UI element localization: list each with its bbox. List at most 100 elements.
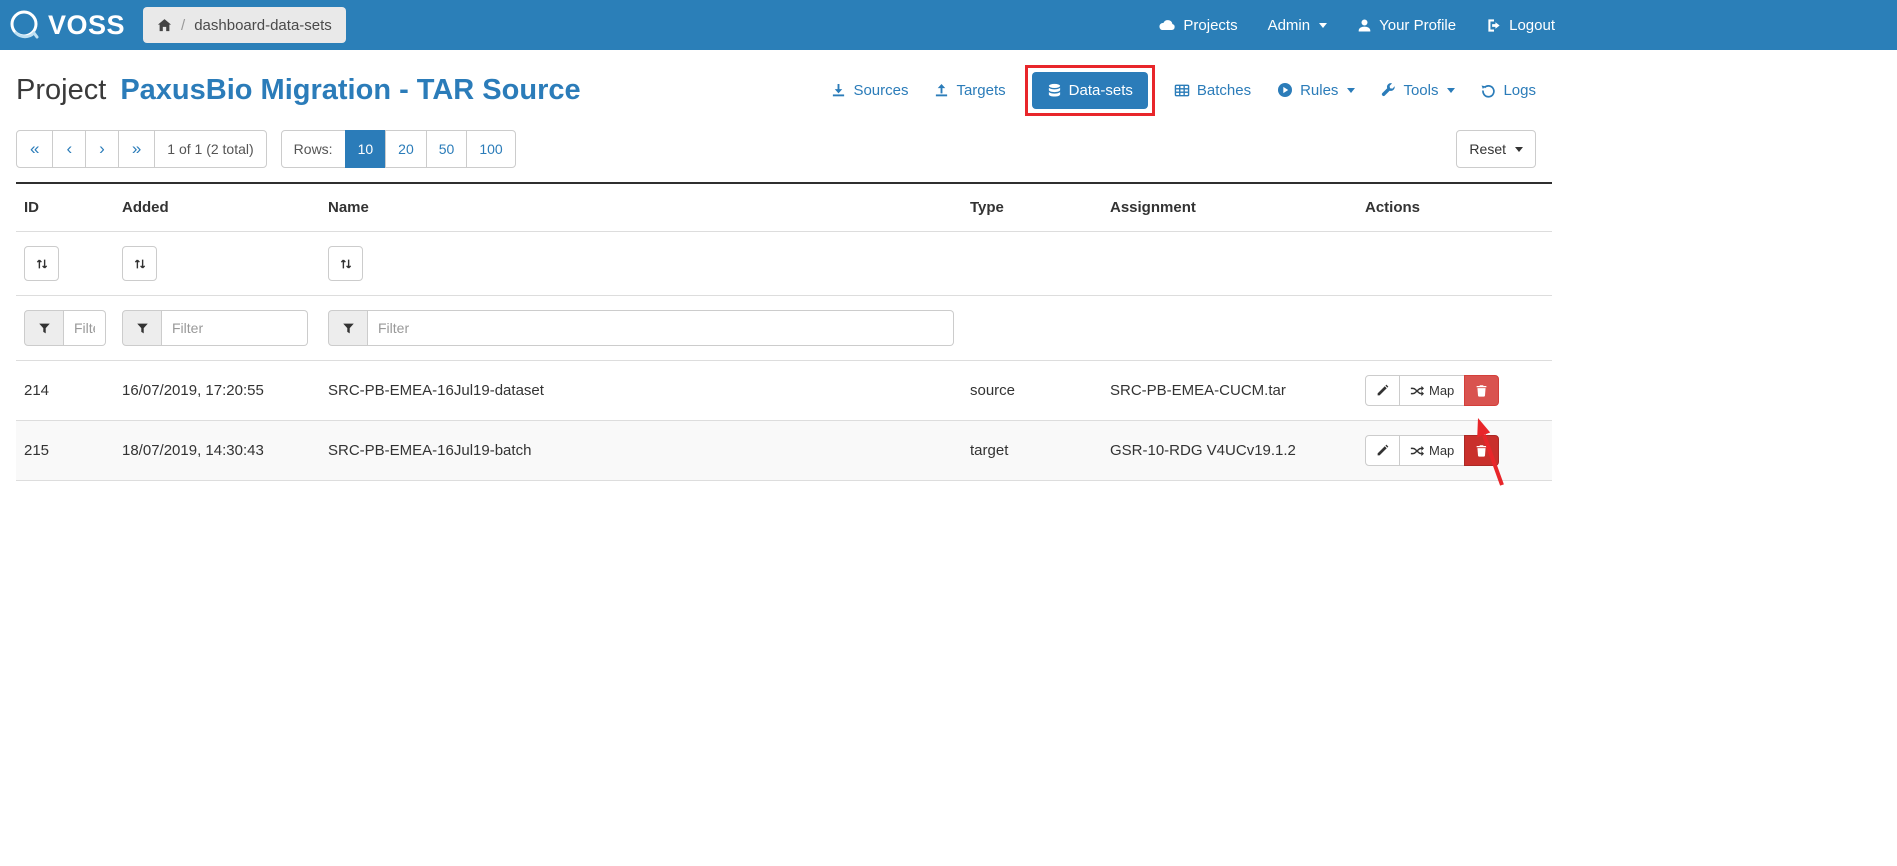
- filter-id-button[interactable]: [24, 310, 64, 346]
- map-button-label: Map: [1429, 383, 1454, 398]
- navbar-right-menu: Projects Admin Your Profile Logout: [1158, 17, 1555, 34]
- table-row: 214 16/07/2019, 17:20:55 SRC-PB-EMEA-16J…: [16, 361, 1552, 421]
- tab-data-sets[interactable]: Data-sets: [1032, 72, 1148, 109]
- rows-option-100[interactable]: 100: [466, 130, 515, 168]
- edit-button[interactable]: [1365, 375, 1400, 406]
- home-icon[interactable]: [157, 18, 172, 33]
- tab-targets[interactable]: Targets: [934, 82, 1005, 99]
- cell-type: source: [962, 361, 1102, 421]
- project-name: PaxusBio Migration - TAR Source: [120, 74, 580, 106]
- rows-option-50[interactable]: 50: [426, 130, 468, 168]
- table-row: 215 18/07/2019, 14:30:43 SRC-PB-EMEA-16J…: [16, 421, 1552, 481]
- nav-admin-dropdown[interactable]: Admin: [1268, 17, 1328, 34]
- sort-name-button[interactable]: [328, 246, 363, 281]
- logs-history-icon: [1481, 83, 1496, 98]
- tab-tools-label: Tools: [1403, 82, 1438, 99]
- page-next-button[interactable]: ›: [85, 130, 119, 168]
- filter-funnel-icon: [342, 322, 355, 335]
- caret-down-icon: [1515, 147, 1523, 152]
- tab-sources-label: Sources: [853, 82, 908, 99]
- column-header-type[interactable]: Type: [962, 183, 1102, 232]
- user-icon: [1357, 18, 1372, 33]
- pencil-icon: [1376, 384, 1389, 397]
- caret-down-icon: [1447, 88, 1455, 93]
- rules-play-icon: [1277, 82, 1293, 98]
- reset-button[interactable]: Reset: [1456, 130, 1536, 168]
- nav-your-profile[interactable]: Your Profile: [1357, 17, 1456, 34]
- pagination-info: 1 of 1 (2 total): [154, 130, 266, 168]
- table-toolbar: « ‹ › » 1 of 1 (2 total) Rows: 10 20 50 …: [16, 130, 1536, 168]
- cell-name: SRC-PB-EMEA-16Jul19-batch: [320, 421, 962, 481]
- targets-upload-icon: [934, 83, 949, 98]
- trash-icon: [1475, 384, 1488, 397]
- row-actions: Map: [1365, 375, 1499, 406]
- brand-name: VOSS: [48, 10, 125, 41]
- map-button-label: Map: [1429, 443, 1454, 458]
- tab-tools-dropdown[interactable]: Tools: [1381, 82, 1455, 99]
- filter-controls-row: [16, 296, 1552, 361]
- page-last-button[interactable]: »: [118, 130, 155, 168]
- map-button[interactable]: Map: [1399, 435, 1465, 466]
- delete-button[interactable]: [1464, 435, 1499, 466]
- filter-added-button[interactable]: [122, 310, 162, 346]
- sort-id-button[interactable]: [24, 246, 59, 281]
- nav-projects[interactable]: Projects: [1158, 17, 1237, 34]
- page-prev-button[interactable]: ‹: [52, 130, 86, 168]
- pencil-icon: [1376, 444, 1389, 457]
- caret-down-icon: [1347, 88, 1355, 93]
- rows-option-10[interactable]: 10: [345, 130, 387, 168]
- voss-logo-icon: [8, 8, 42, 42]
- sort-controls-row: [16, 232, 1552, 296]
- filter-added-input[interactable]: [162, 310, 308, 346]
- sort-added-button[interactable]: [122, 246, 157, 281]
- nav-logout[interactable]: Logout: [1486, 17, 1555, 34]
- breadcrumb-current[interactable]: dashboard-data-sets: [194, 17, 332, 34]
- reset-label: Reset: [1469, 141, 1506, 157]
- filter-funnel-icon: [136, 322, 149, 335]
- tab-data-sets-label: Data-sets: [1069, 82, 1133, 99]
- filter-name-button[interactable]: [328, 310, 368, 346]
- trash-icon: [1475, 444, 1488, 457]
- breadcrumb-separator: /: [181, 17, 185, 34]
- cell-added: 16/07/2019, 17:20:55: [114, 361, 320, 421]
- voss-brand[interactable]: VOSS: [8, 8, 125, 42]
- nav-your-profile-label: Your Profile: [1379, 17, 1456, 34]
- map-button[interactable]: Map: [1399, 375, 1465, 406]
- table-header-row: ID Added Name Type Assignment Actions: [16, 183, 1552, 232]
- page-first-button[interactable]: «: [16, 130, 53, 168]
- datasets-database-icon: [1047, 83, 1062, 98]
- logout-icon: [1486, 18, 1502, 33]
- rows-per-page-group: Rows: 10 20 50 100: [281, 130, 516, 168]
- top-navbar: VOSS / dashboard-data-sets Projects Admi…: [0, 0, 1897, 50]
- rows-option-20[interactable]: 20: [385, 130, 427, 168]
- nav-logout-label: Logout: [1509, 17, 1555, 34]
- batches-table-icon: [1174, 83, 1190, 98]
- cell-name: SRC-PB-EMEA-16Jul19-dataset: [320, 361, 962, 421]
- column-header-id[interactable]: ID: [16, 183, 114, 232]
- pagination-group: « ‹ › » 1 of 1 (2 total): [16, 130, 267, 168]
- column-header-assignment[interactable]: Assignment: [1102, 183, 1357, 232]
- map-shuffle-icon: [1410, 384, 1424, 398]
- column-header-actions: Actions: [1357, 183, 1552, 232]
- edit-button[interactable]: [1365, 435, 1400, 466]
- cell-added: 18/07/2019, 14:30:43: [114, 421, 320, 481]
- rows-label: Rows:: [281, 130, 346, 168]
- tab-batches[interactable]: Batches: [1174, 82, 1251, 99]
- sources-download-icon: [831, 83, 846, 98]
- filter-funnel-icon: [38, 322, 51, 335]
- cell-assignment: SRC-PB-EMEA-CUCM.tar: [1102, 361, 1357, 421]
- tab-rules-dropdown[interactable]: Rules: [1277, 82, 1355, 99]
- column-header-name[interactable]: Name: [320, 183, 962, 232]
- caret-down-icon: [1319, 23, 1327, 28]
- column-header-added[interactable]: Added: [114, 183, 320, 232]
- nav-admin-label: Admin: [1268, 17, 1311, 34]
- tab-logs[interactable]: Logs: [1481, 82, 1536, 99]
- filter-name-input[interactable]: [368, 310, 954, 346]
- delete-button[interactable]: [1464, 375, 1499, 406]
- tools-wrench-icon: [1381, 83, 1396, 98]
- projects-cloud-icon: [1158, 18, 1176, 33]
- tab-batches-label: Batches: [1197, 82, 1251, 99]
- tab-sources[interactable]: Sources: [831, 82, 908, 99]
- tab-targets-label: Targets: [956, 82, 1005, 99]
- filter-id-input[interactable]: [64, 310, 106, 346]
